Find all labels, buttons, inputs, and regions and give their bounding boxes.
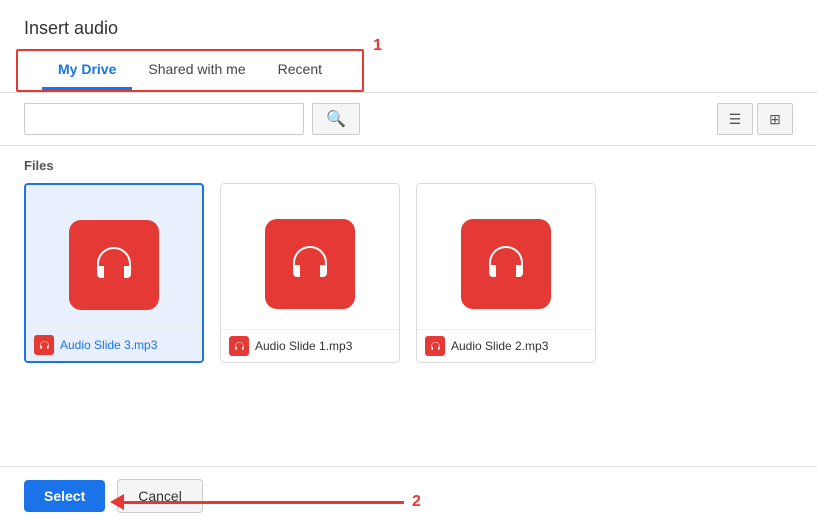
- file-card-3[interactable]: Audio Slide 2.mp3: [416, 183, 596, 363]
- grid-view-icon: ⊞: [769, 111, 781, 128]
- file-card-2[interactable]: Audio Slide 1.mp3: [220, 183, 400, 363]
- file-name-1: Audio Slide 3.mp3: [60, 338, 157, 352]
- file-footer-2: Audio Slide 1.mp3: [221, 329, 399, 362]
- audio-icon-large-2: [265, 219, 355, 309]
- annotation-1: 1: [373, 37, 382, 55]
- insert-audio-dialog: Insert audio My Drive Shared with me Rec…: [0, 0, 817, 525]
- file-footer-1: Audio Slide 3.mp3: [26, 328, 202, 361]
- audio-icon-small-1: [34, 335, 54, 355]
- audio-icon-small-3: [425, 336, 445, 356]
- search-row: 🔍 ☰ ⊞: [0, 93, 817, 146]
- bottom-bar: Select Cancel 2: [0, 467, 817, 525]
- audio-icon-small-2: [229, 336, 249, 356]
- file-card-1[interactable]: Audio Slide 3.mp3: [24, 183, 204, 363]
- files-section: Files Audio Slide: [0, 146, 817, 466]
- list-view-button[interactable]: ☰: [717, 103, 753, 135]
- annotation-number-2: 2: [412, 493, 421, 511]
- tabs-section: My Drive Shared with me Recent 1: [0, 49, 817, 92]
- tab-recent[interactable]: Recent: [262, 51, 338, 90]
- headphone-svg-small-3: [429, 340, 442, 353]
- search-button[interactable]: 🔍: [312, 103, 360, 135]
- file-name-2: Audio Slide 1.mp3: [255, 339, 352, 353]
- select-button[interactable]: Select: [24, 480, 105, 512]
- file-icon-large-3: [456, 214, 556, 314]
- cancel-button[interactable]: Cancel: [117, 479, 203, 513]
- search-input[interactable]: [24, 103, 304, 135]
- headphone-svg-large-2: [284, 238, 336, 290]
- file-footer-3: Audio Slide 2.mp3: [417, 329, 595, 362]
- file-icon-large-1: [64, 215, 164, 315]
- files-grid: Audio Slide 3.mp3: [24, 183, 793, 363]
- headphone-svg-small-1: [38, 339, 51, 352]
- tab-shared-with-me[interactable]: Shared with me: [132, 51, 261, 90]
- grid-view-button[interactable]: ⊞: [757, 103, 793, 135]
- audio-icon-large-3: [461, 219, 551, 309]
- search-icon: 🔍: [326, 109, 346, 129]
- list-view-icon: ☰: [729, 111, 742, 128]
- file-icon-large-2: [260, 214, 360, 314]
- file-name-3: Audio Slide 2.mp3: [451, 339, 548, 353]
- tab-my-drive[interactable]: My Drive: [42, 51, 132, 90]
- tabs-row: My Drive Shared with me Recent 1: [16, 49, 364, 92]
- headphone-svg-large-1: [88, 239, 140, 291]
- view-buttons: ☰ ⊞: [717, 103, 793, 135]
- audio-icon-large-1: [69, 220, 159, 310]
- files-label: Files: [24, 158, 793, 173]
- headphone-svg-large-3: [480, 238, 532, 290]
- headphone-svg-small-2: [233, 340, 246, 353]
- dialog-title: Insert audio: [0, 0, 817, 49]
